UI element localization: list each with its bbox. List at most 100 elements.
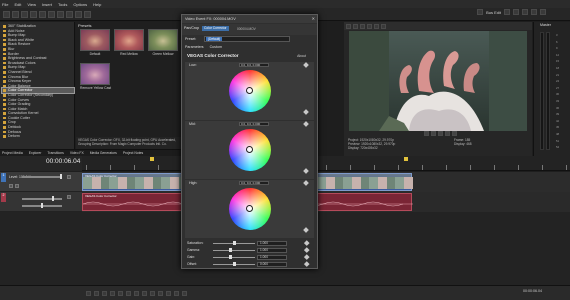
preview-props-icon[interactable] xyxy=(346,23,351,29)
eyedropper-icon[interactable] xyxy=(303,247,309,253)
wheel-handle[interactable] xyxy=(246,87,253,94)
stop-icon[interactable] xyxy=(126,290,131,296)
slider-knob[interactable] xyxy=(229,255,232,259)
next-frame-icon[interactable] xyxy=(158,290,163,296)
track-pan-knob[interactable] xyxy=(41,203,43,208)
preview-pause-icon[interactable] xyxy=(431,131,436,136)
track-level-knob[interactable] xyxy=(60,174,62,179)
eyedropper-icon[interactable] xyxy=(303,168,309,174)
wheel-handle[interactable] xyxy=(246,205,253,212)
track-solo-icon[interactable] xyxy=(15,184,19,188)
play-icon[interactable] xyxy=(110,290,115,296)
slider-knob[interactable] xyxy=(233,262,236,266)
eyedropper-icon[interactable] xyxy=(303,240,309,246)
redo-icon[interactable] xyxy=(84,10,91,18)
tab-project-media[interactable]: Project Media xyxy=(2,151,23,155)
track-mute-icon[interactable] xyxy=(67,195,71,199)
render-icon[interactable] xyxy=(30,10,37,18)
tool-1-icon[interactable] xyxy=(504,9,510,15)
timeline-ruler[interactable] xyxy=(82,156,570,171)
about-link[interactable]: About xyxy=(297,54,306,58)
cut-icon[interactable] xyxy=(48,10,55,18)
track-mute-icon[interactable] xyxy=(9,184,13,188)
record-icon[interactable] xyxy=(86,290,91,296)
eyedropper-icon[interactable] xyxy=(303,62,309,68)
gamma-slider[interactable] xyxy=(213,250,255,251)
marker[interactable] xyxy=(404,157,408,161)
fx-chain-item[interactable]: Pan/Crop xyxy=(184,26,199,30)
zoom-tool-icon[interactable] xyxy=(182,290,187,296)
menu-view[interactable]: View xyxy=(27,2,36,7)
slider-value[interactable]: 1.000 xyxy=(257,247,287,253)
pause-icon[interactable] xyxy=(118,290,123,296)
tab-parameters[interactable]: Parameters xyxy=(185,45,204,49)
prev-frame-icon[interactable] xyxy=(150,290,155,296)
menu-file[interactable]: File xyxy=(2,2,8,7)
video-track-header[interactable]: 1 Level: 100.0 % xyxy=(0,172,82,192)
section-value[interactable]: 0.0, 0.0, 0.000 xyxy=(239,122,269,126)
track-fx-icon[interactable] xyxy=(67,175,71,179)
menu-tools[interactable]: Tools xyxy=(58,2,67,7)
slider-knob[interactable] xyxy=(229,248,232,252)
tab-project-notes[interactable]: Project Notes xyxy=(123,151,143,155)
preset-default[interactable]: Default xyxy=(80,29,110,56)
tool-3-icon[interactable] xyxy=(522,9,528,15)
preview-prev-frame-icon[interactable] xyxy=(445,131,450,136)
eyedropper-icon[interactable] xyxy=(303,109,309,115)
slider-knob[interactable] xyxy=(233,241,236,245)
edit-tool-icon[interactable] xyxy=(166,290,171,296)
preset-red-mellow[interactable]: Red Mellow xyxy=(114,29,144,56)
eyedropper-icon[interactable] xyxy=(303,121,309,127)
preview-next-frame-icon[interactable] xyxy=(452,131,457,136)
snap-icon[interactable] xyxy=(477,9,484,15)
loop-icon[interactable] xyxy=(94,290,99,296)
preview-device-icon[interactable] xyxy=(353,23,358,29)
eyedropper-icon[interactable] xyxy=(303,227,309,233)
envelope-tool-icon[interactable] xyxy=(174,290,179,296)
track-level-slider[interactable] xyxy=(22,176,62,178)
menu-insert[interactable]: Insert xyxy=(42,2,52,7)
save-icon[interactable] xyxy=(21,10,28,18)
section-value[interactable]: 0.0, 0.0, 0.000 xyxy=(239,181,269,185)
tool-2-icon[interactable] xyxy=(513,9,519,15)
preview-split-icon[interactable] xyxy=(360,23,365,29)
new-project-icon[interactable] xyxy=(3,10,10,18)
tab-custom[interactable]: Custom xyxy=(210,45,222,49)
tab-media-generators[interactable]: Media Generators xyxy=(90,151,117,155)
preview-stop-icon[interactable] xyxy=(438,131,443,136)
preset-green-mellow[interactable]: Green Mellow xyxy=(148,29,178,56)
preset-value[interactable]: (Default) xyxy=(206,37,223,41)
track-volume-knob[interactable] xyxy=(52,196,54,201)
menu-help[interactable]: Help xyxy=(93,2,101,7)
paste-icon[interactable] xyxy=(66,10,73,18)
open-icon[interactable] xyxy=(12,10,19,18)
preview-save-icon[interactable] xyxy=(381,23,386,29)
audio-track-header[interactable]: 2 xyxy=(0,192,82,212)
preview-copy-icon[interactable] xyxy=(374,23,379,29)
wheel-handle[interactable] xyxy=(246,146,253,153)
preview-play-icon[interactable] xyxy=(424,131,429,136)
bus-edit-label[interactable]: Bus Edit xyxy=(486,10,501,15)
eyedropper-icon[interactable] xyxy=(303,180,309,186)
preview-overlay-icon[interactable] xyxy=(367,23,372,29)
eyedropper-icon[interactable] xyxy=(303,254,309,260)
fx-chain-item-active[interactable]: Color Corrector xyxy=(202,26,229,31)
preset-remove-yellow-cast[interactable]: Remove Yellow Cast xyxy=(80,63,111,90)
properties-icon[interactable] xyxy=(39,10,46,18)
gain-slider[interactable] xyxy=(213,257,255,258)
tab-explorer[interactable]: Explorer xyxy=(29,151,42,155)
tool-5-icon[interactable] xyxy=(540,9,546,15)
menu-edit[interactable]: Edit xyxy=(14,2,21,7)
slider-value[interactable]: 1.000 xyxy=(257,254,287,260)
tool-4-icon[interactable] xyxy=(531,9,537,15)
undo-icon[interactable] xyxy=(75,10,82,18)
play-from-start-icon[interactable] xyxy=(102,290,107,296)
tab-video-fx[interactable]: Video FX xyxy=(70,151,84,155)
track-volume-slider[interactable] xyxy=(22,198,62,200)
marker[interactable] xyxy=(150,157,154,161)
close-icon[interactable]: ✕ xyxy=(312,16,315,21)
eyedropper-icon[interactable] xyxy=(303,261,309,267)
section-value[interactable]: 0.0, 0.0, 0.000 xyxy=(239,63,269,67)
go-start-icon[interactable] xyxy=(134,290,139,296)
tab-transitions[interactable]: Transitions xyxy=(47,151,63,155)
